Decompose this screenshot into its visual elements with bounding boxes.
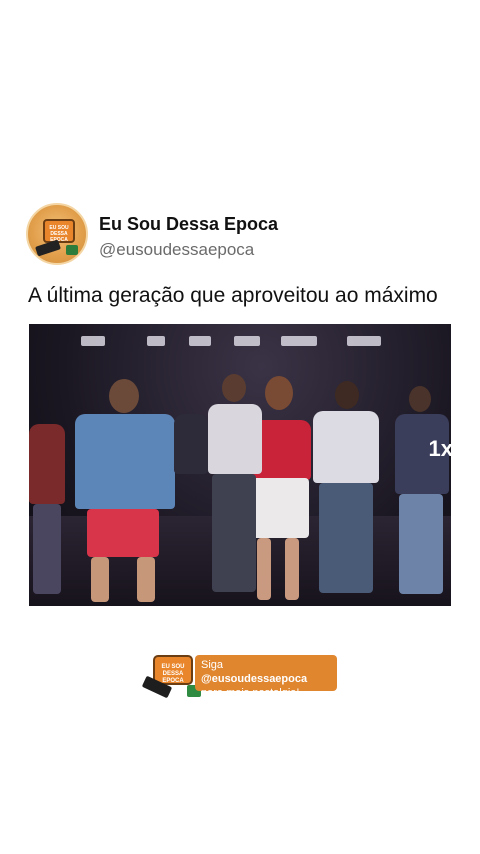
dancer-figure [69,374,179,604]
dancer-figure [174,394,209,574]
dancer-figure [391,384,451,604]
post-header: EU SOU DESSA EPOCA Eu Sou Dessa Epoca @eus… [26,203,446,267]
retro-tv-logo-icon: EU SOU DESSA EPOCA [141,645,203,705]
stage-light [234,336,260,346]
video-player[interactable]: 1x [29,324,451,606]
username-handle[interactable]: @eusoudessaepoca [99,240,254,260]
playback-speed-label[interactable]: 1x [429,436,451,462]
stage-light [281,336,317,346]
gameboy-icon [66,245,78,255]
dancer-figure [29,404,69,604]
retro-tv-logo-icon: EU SOU DESSA EPOCA [43,219,75,243]
stage-light [147,336,165,346]
stage-light [189,336,211,346]
dancer-figure [204,372,264,602]
dancer-figure [307,379,387,604]
follow-promo[interactable]: EU SOU DESSA EPOCA Siga @eusoudessaepoca p… [141,645,339,707]
follow-handle: @eusoudessaepoca [201,673,308,685]
display-name[interactable]: Eu Sou Dessa Epoca [99,214,278,235]
follow-tagline: para mais nostalgia! [201,687,300,699]
avatar[interactable]: EU SOU DESSA EPOCA [26,203,88,265]
stage-light [347,336,381,346]
follow-banner[interactable]: Siga @eusoudessaepoca para mais nostalgi… [195,655,337,699]
stage-light [81,336,105,346]
cassette-icon [35,239,61,257]
follow-prefix: Siga [201,659,224,671]
post-caption: A última geração que aproveitou ao máxim… [28,284,438,307]
